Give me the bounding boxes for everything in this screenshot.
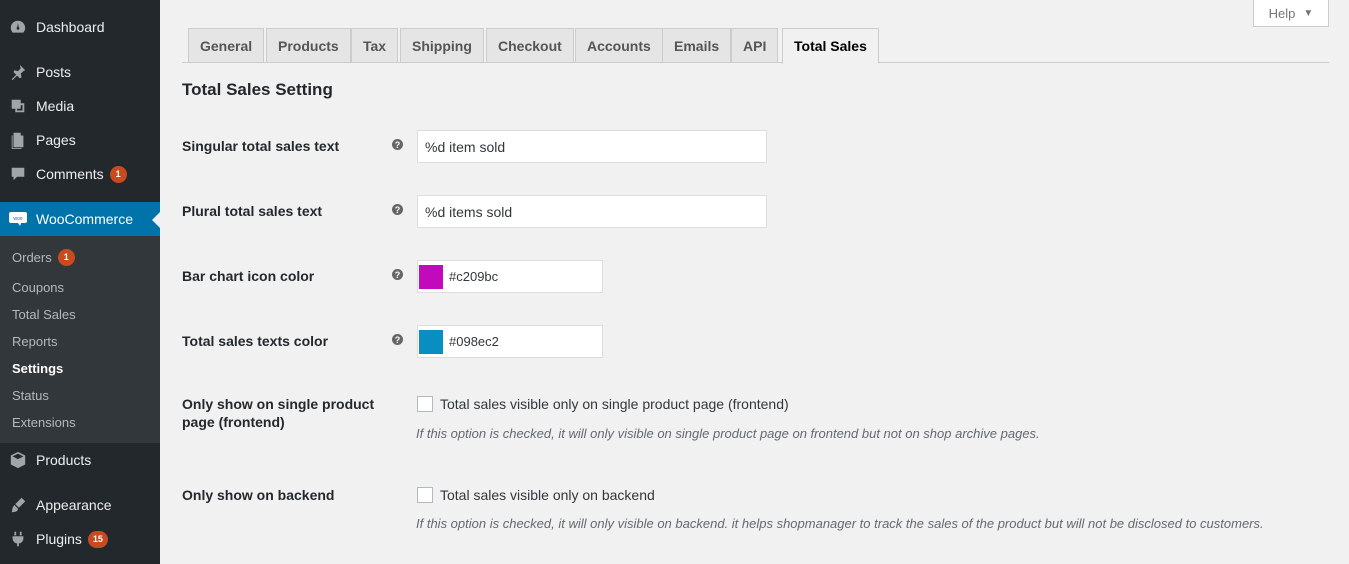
admin-sidebar: Dashboard Posts Media Pages Comments 1 w… [0, 0, 160, 564]
help-label: Help [1268, 5, 1296, 21]
single-page-label: Only show on single product page (fronte… [182, 396, 375, 430]
menu-label: Dashboard [36, 19, 105, 35]
submenu-extensions[interactable]: Extensions [12, 412, 76, 432]
submenu-orders[interactable]: Orders 1 [12, 247, 75, 267]
submenu-label: Status [12, 387, 49, 403]
help-tip-icon[interactable]: ? [392, 139, 403, 150]
page-title: Total Sales Setting [182, 80, 333, 99]
tab-tax[interactable]: Tax [351, 28, 399, 63]
backend-description: If this option is checked, it will only … [416, 516, 1264, 531]
submenu-label: Reports [12, 333, 58, 349]
menu-label: WooCommerce [36, 211, 133, 227]
menu-label: Posts [36, 64, 72, 80]
menu-woocommerce[interactable]: woo WooCommerce [0, 202, 160, 236]
comments-count-badge: 1 [109, 165, 127, 183]
menu-label: Comments [36, 166, 104, 182]
text-color-field[interactable]: #098ec2 [417, 325, 603, 358]
tab-label: Accounts [587, 38, 651, 54]
svg-text:woo: woo [13, 216, 22, 222]
caret-down-icon: ▼ [1303, 7, 1314, 19]
text-color-swatch[interactable] [419, 329, 443, 354]
bar-color-value: #c209bc [449, 269, 499, 284]
menu-label: Pages [36, 132, 76, 148]
menu-products[interactable]: Products [0, 443, 160, 477]
tab-api[interactable]: API [731, 28, 779, 63]
singular-text-label: Singular total sales text [182, 138, 340, 154]
brush-icon [0, 496, 36, 514]
submenu-status[interactable]: Status [12, 385, 49, 405]
text-color-label: Total sales texts color [182, 333, 329, 349]
backend-checkbox[interactable] [417, 487, 433, 503]
active-menu-arrow [152, 212, 160, 228]
menu-label: Plugins [36, 531, 82, 547]
menu-dashboard[interactable]: Dashboard [0, 10, 160, 44]
bar-color-swatch[interactable] [419, 264, 443, 289]
plugins-count-badge: 15 [87, 530, 108, 548]
tab-divider [182, 62, 1329, 63]
submenu-reports[interactable]: Reports [12, 331, 58, 351]
plural-text-input[interactable]: %d items sold [417, 195, 767, 228]
submenu-label: Total Sales [12, 306, 76, 322]
menu-posts[interactable]: Posts [0, 55, 160, 89]
orders-count-badge: 1 [57, 248, 75, 266]
menu-appearance[interactable]: Appearance [0, 488, 160, 522]
menu-label: Appearance [36, 497, 112, 513]
menu-plugins[interactable]: Plugins 15 [0, 522, 160, 556]
tab-label: Tax [363, 38, 387, 54]
submenu-settings[interactable]: Settings [12, 358, 63, 378]
submenu-label: Coupons [12, 279, 65, 295]
backend-label: Only show on backend [182, 487, 335, 503]
tab-label: Total Sales [794, 38, 867, 54]
help-tip-icon[interactable]: ? [392, 204, 403, 215]
tab-label: API [743, 38, 767, 54]
singular-text-input[interactable]: %d item sold [417, 130, 767, 163]
submenu-total-sales[interactable]: Total Sales [12, 304, 76, 324]
help-button[interactable]: Help ▼ [1253, 0, 1329, 27]
submenu-label: Settings [12, 360, 64, 376]
menu-pages[interactable]: Pages [0, 123, 160, 157]
comment-icon [0, 165, 36, 183]
tab-checkout[interactable]: Checkout [486, 28, 574, 63]
tab-total-sales[interactable]: Total Sales [782, 28, 879, 64]
plural-text-label: Plural total sales text [182, 203, 323, 219]
menu-label: Products [36, 452, 92, 468]
menu-label: Media [36, 98, 75, 114]
tab-label: Emails [674, 38, 720, 54]
help-tip-icon[interactable]: ? [392, 334, 403, 345]
tab-label: Checkout [498, 38, 562, 54]
tab-shipping[interactable]: Shipping [400, 28, 484, 63]
tab-accounts[interactable]: Accounts [575, 28, 663, 63]
box-icon [0, 451, 36, 469]
tab-label: General [200, 38, 253, 54]
woo-icon: woo [0, 211, 36, 227]
text-color-value: #098ec2 [449, 334, 499, 349]
woocommerce-submenu: Orders 1 Coupons Total Sales Reports Set… [0, 236, 160, 443]
submenu-label: Orders [12, 249, 52, 265]
single-page-description: If this option is checked, it will only … [416, 426, 1040, 441]
menu-comments[interactable]: Comments 1 [0, 157, 160, 191]
single-page-checkbox-label[interactable]: Total sales visible only on single produ… [440, 396, 789, 412]
tab-label: Products [278, 38, 339, 54]
plug-icon [0, 530, 36, 548]
tab-label: Shipping [412, 38, 472, 54]
menu-media[interactable]: Media [0, 89, 160, 123]
pin-icon [0, 63, 36, 81]
help-tip-icon[interactable]: ? [392, 269, 403, 280]
submenu-coupons[interactable]: Coupons [12, 277, 64, 297]
dashboard-icon [0, 18, 36, 36]
tab-emails[interactable]: Emails [662, 28, 732, 63]
pages-icon [0, 131, 36, 149]
bar-color-field[interactable]: #c209bc [417, 260, 603, 293]
tab-products[interactable]: Products [266, 28, 351, 63]
tab-general[interactable]: General [188, 28, 265, 63]
bar-color-label: Bar chart icon color [182, 268, 315, 284]
media-icon [0, 97, 36, 115]
submenu-label: Extensions [12, 414, 76, 430]
single-page-checkbox[interactable] [417, 396, 433, 412]
backend-checkbox-label[interactable]: Total sales visible only on backend [440, 487, 655, 503]
